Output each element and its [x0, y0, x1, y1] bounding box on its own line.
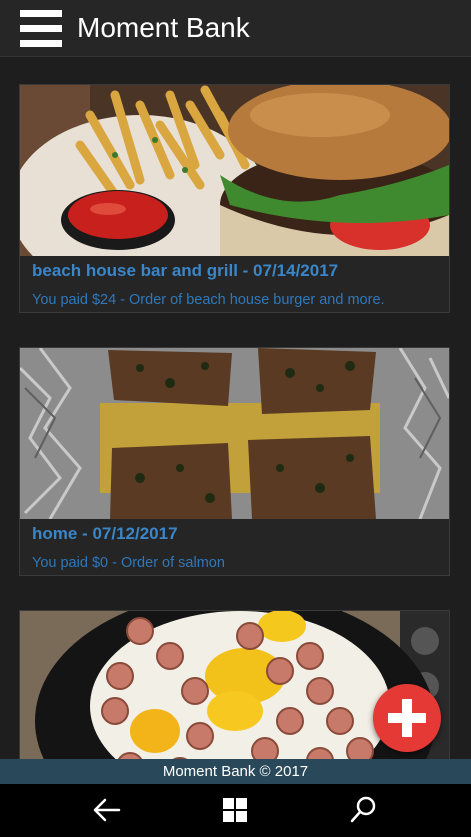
add-moment-button[interactable]	[373, 684, 441, 752]
moment-description: You paid $24 - Order of beach house burg…	[32, 292, 385, 308]
menu-bar-middle	[20, 25, 62, 32]
moment-description: You paid $0 - Order of salmon	[32, 555, 225, 571]
menu-bar-top	[20, 10, 62, 17]
moment-card[interactable]: home - 07/12/2017 You paid $0 - Order of…	[19, 347, 450, 576]
menu-bar-bottom	[20, 40, 62, 47]
moment-photo-burger	[20, 85, 449, 256]
footer-copyright: Moment Bank © 2017	[0, 759, 471, 784]
moment-title: beach house bar and grill - 07/14/2017	[32, 261, 339, 280]
system-nav-bar	[0, 784, 471, 837]
hamburger-menu-icon[interactable]	[20, 10, 62, 48]
app-bar: Moment Bank	[0, 0, 471, 57]
plus-icon-vertical	[402, 699, 412, 737]
app-title: Moment Bank	[77, 12, 250, 43]
windows-icon[interactable]	[215, 792, 255, 828]
search-icon[interactable]	[343, 792, 383, 828]
moment-card[interactable]: beach house bar and grill - 07/14/2017 Y…	[19, 84, 450, 313]
moment-title: home - 07/12/2017	[32, 524, 178, 543]
moment-photo-salmon	[20, 348, 449, 519]
moments-feed[interactable]: beach house bar and grill - 07/14/2017 Y…	[0, 57, 471, 759]
back-arrow-icon[interactable]	[87, 792, 127, 828]
